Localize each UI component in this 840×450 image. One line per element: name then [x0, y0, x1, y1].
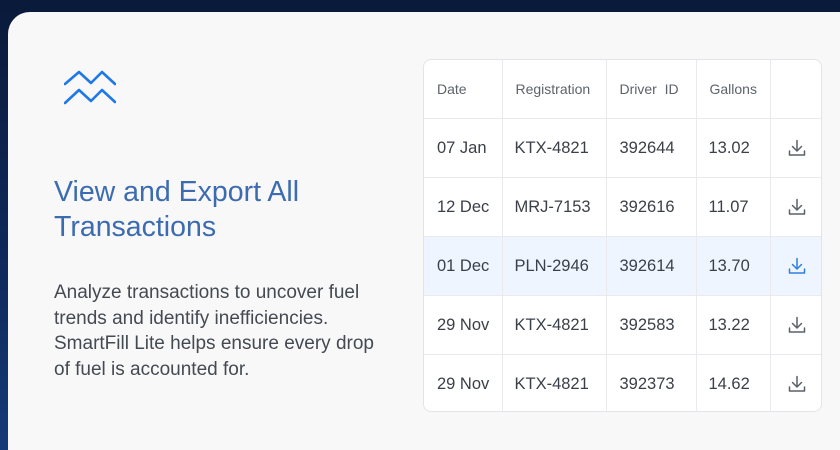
column-header-gallons[interactable]: Gallons	[696, 60, 771, 119]
page-description: Analyze transactions to uncover fuel tre…	[54, 282, 374, 380]
cell-gallons: 13.22	[696, 295, 771, 355]
cell-action	[770, 236, 821, 296]
column-header-date[interactable]: Date	[424, 60, 503, 119]
table-row[interactable]: 12 Dec MRJ-7153 392616 11.07	[424, 177, 821, 237]
table-header-row: Date Registration Driver ID Gallons	[424, 60, 821, 119]
page-title: View and Export All Transactions	[54, 176, 300, 243]
cell-action	[770, 355, 821, 412]
cell-gallons: 11.07	[696, 177, 771, 237]
download-icon[interactable]	[787, 374, 807, 394]
chevrons-up-logo-icon	[63, 70, 117, 106]
transactions-table: Date Registration Driver ID Gallons 07 J…	[423, 59, 822, 412]
download-icon[interactable]	[787, 197, 807, 217]
cell-date: 29 Nov	[424, 354, 503, 411]
cell-registration: KTX-4821	[502, 118, 607, 178]
cell-action	[770, 177, 821, 237]
cell-registration: MRJ-7153	[502, 177, 607, 237]
cell-gallons: 13.02	[696, 118, 771, 178]
cell-registration: KTX-4821	[502, 295, 607, 355]
cell-driver-id: 392583	[606, 295, 697, 355]
cell-date: 12 Dec	[424, 177, 503, 237]
download-icon[interactable]	[787, 315, 807, 335]
cell-registration: KTX-4821	[502, 354, 607, 411]
column-header-registration[interactable]: Registration	[502, 60, 607, 119]
cell-gallons: 13.70	[696, 236, 771, 296]
download-icon[interactable]	[787, 138, 807, 158]
table-row[interactable]: 29 Nov KTX-4821 392583 13.22	[424, 295, 821, 355]
cell-driver-id: 392373	[606, 354, 697, 411]
download-icon[interactable]	[787, 256, 807, 276]
cell-driver-id: 392616	[606, 177, 697, 237]
table-row[interactable]: 29 Nov KTX-4821 392373 14.62	[424, 354, 821, 412]
cell-date: 29 Nov	[424, 295, 503, 355]
cell-action	[770, 295, 821, 355]
cell-date: 01 Dec	[424, 236, 503, 296]
cell-driver-id: 392644	[606, 118, 697, 178]
column-header-actions	[770, 60, 821, 119]
cell-action	[770, 118, 821, 178]
cell-gallons: 14.62	[696, 354, 771, 411]
table-row[interactable]: 01 Dec PLN-2946 392614 13.70	[424, 236, 821, 296]
cell-date: 07 Jan	[424, 118, 503, 178]
cell-registration: PLN-2946	[502, 236, 607, 296]
cell-driver-id: 392614	[606, 236, 697, 296]
column-header-driver-id[interactable]: Driver ID	[606, 60, 697, 119]
table-row[interactable]: 07 Jan KTX-4821 392644 13.02	[424, 118, 821, 178]
